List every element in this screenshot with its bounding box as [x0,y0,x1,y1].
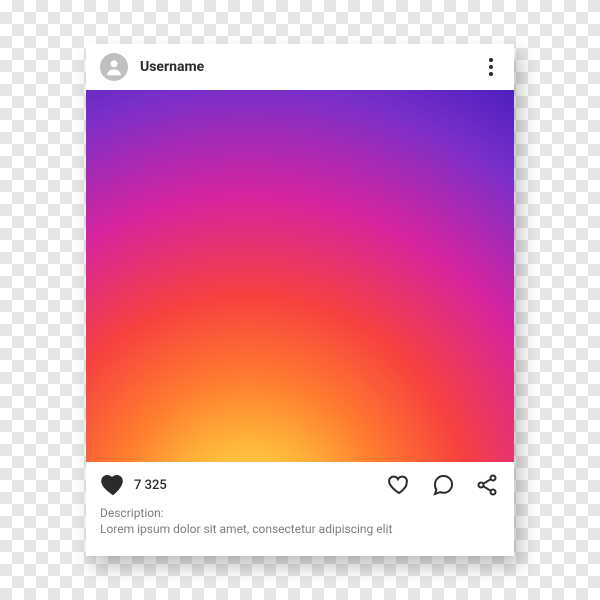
action-buttons [386,472,500,498]
description-label: Description: [100,506,500,520]
post-actions: 7 325 [86,462,514,502]
username-label[interactable]: Username [140,59,470,75]
comment-icon [431,473,455,497]
dot-icon [489,58,493,62]
like-count: 7 325 [134,478,167,493]
heart-outline-icon [387,473,411,497]
description-block: Description: Lorem ipsum dolor sit amet,… [86,502,514,556]
social-post-card: Username 7 325 [86,44,514,556]
post-header: Username [86,44,514,90]
user-icon [104,57,124,77]
post-media[interactable] [86,90,514,462]
more-options-button[interactable] [482,58,500,76]
comment-button[interactable] [430,472,456,498]
likes-indicator [100,472,126,498]
like-button[interactable] [386,472,412,498]
share-icon [475,473,499,497]
share-button[interactable] [474,472,500,498]
dot-icon [489,65,493,69]
like-summary: 7 325 [100,472,376,498]
dot-icon [489,72,493,76]
heart-filled-icon [101,473,125,497]
avatar[interactable] [100,53,128,81]
description-text: Lorem ipsum dolor sit amet, consectetur … [100,522,500,538]
